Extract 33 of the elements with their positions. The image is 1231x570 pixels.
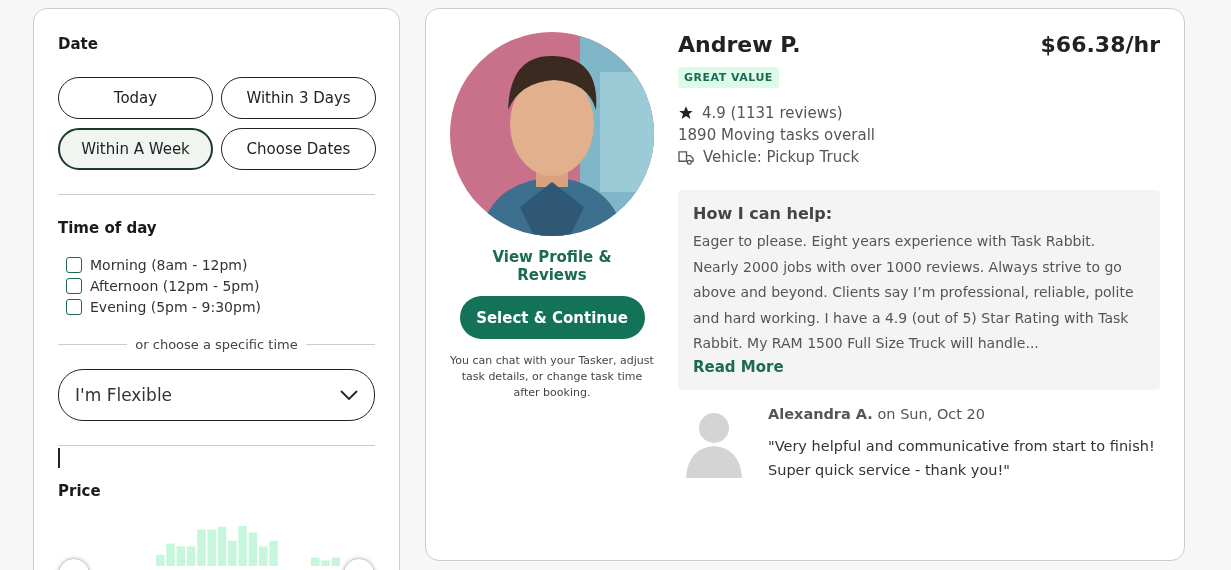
select-continue-button[interactable]: Select & Continue bbox=[459, 296, 645, 339]
value-badge: GREAT VALUE bbox=[678, 67, 779, 88]
checkbox-label: Afternoon (12pm - 5pm) bbox=[90, 278, 260, 294]
checkbox-label: Evening (5pm - 9:30pm) bbox=[90, 299, 261, 315]
separator-text: or choose a specific time bbox=[135, 337, 298, 352]
section-heading: Price bbox=[58, 482, 102, 500]
checkbox[interactable] bbox=[66, 278, 82, 294]
tasker-name: Andrew P. bbox=[678, 32, 801, 57]
section-heading: Time of day bbox=[58, 219, 158, 237]
read-more-link[interactable]: Read More bbox=[693, 357, 784, 376]
date-option[interactable]: Within A Week bbox=[58, 128, 213, 170]
help-text: Eager to please. Eight years experience with Task Rabbit. Nearly 2000 jobs with over 1000 reviews. Always strive to go above and beyond. Clients say I’m professional, reliable, polite and hard working. I have a 4.9 (out of 5) Star Rating with Task Rabbit. My RAM 1500 Full Size Truck will handle... bbox=[693, 232, 1135, 353]
help-heading: How I can help: bbox=[693, 204, 834, 223]
date-option[interactable]: Within 3 Days bbox=[221, 77, 376, 119]
checkbox-label: Morning (8am - 12pm) bbox=[90, 257, 248, 273]
time-dropdown[interactable]: I'm Flexible bbox=[58, 369, 375, 421]
checkbox[interactable] bbox=[66, 299, 82, 315]
date-option[interactable]: Today bbox=[58, 77, 213, 119]
review-text: "Very helpful and communicative from start to finish! Super quick service - thank you!" bbox=[768, 436, 1156, 480]
rating-text: 4.9 (1131 reviews) bbox=[702, 104, 843, 122]
section-heading: Date bbox=[58, 35, 99, 53]
checkbox[interactable] bbox=[66, 257, 82, 273]
view-profile-link[interactable]: View Profile & Reviews bbox=[482, 248, 622, 284]
review-author: Alexandra A. on Sun, Oct 20 bbox=[768, 405, 987, 422]
hourly-rate: $66.38/hr bbox=[1040, 32, 1160, 57]
tasks-count: 1890 Moving tasks overall bbox=[678, 126, 876, 144]
chevron-down-icon bbox=[340, 390, 358, 400]
vehicle-text: Vehicle: Pickup Truck bbox=[703, 148, 860, 166]
booking-note: You can chat with your Tasker, adjust task details, or change task time after booking. bbox=[450, 353, 654, 401]
truck-icon bbox=[678, 149, 695, 165]
star-icon bbox=[678, 105, 694, 121]
text-cursor bbox=[58, 448, 60, 468]
date-option[interactable]: Choose Dates bbox=[221, 128, 376, 170]
